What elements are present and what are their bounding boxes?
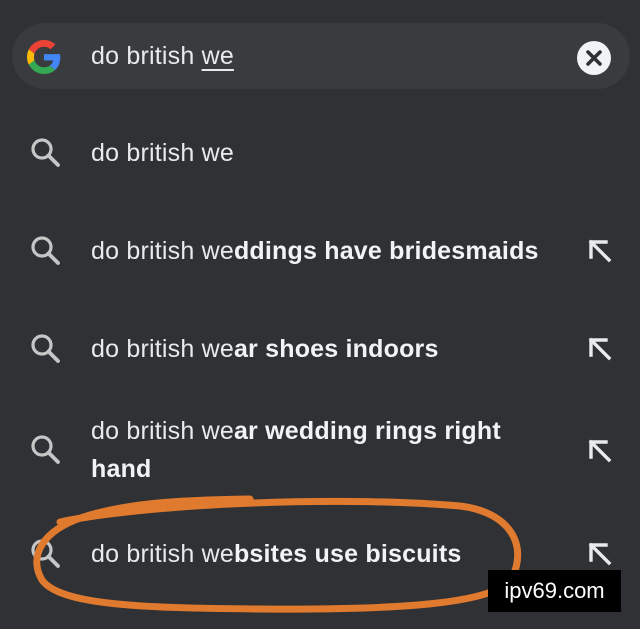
suggestion-item[interactable]: do british weddings have bridesmaids <box>0 231 640 271</box>
search-query-typed: we <box>201 42 234 70</box>
clear-search-button[interactable] <box>577 41 611 75</box>
suggestion-text: do british weddings have bridesmaids <box>91 237 539 265</box>
google-logo-icon <box>27 40 61 74</box>
suggestion-text: do british websites use biscuits <box>91 540 462 568</box>
fill-query-arrow-icon[interactable] <box>584 435 616 467</box>
search-icon <box>31 539 60 568</box>
suggestion-item[interactable]: do british websites use biscuits <box>0 534 640 574</box>
search-suggestions-screen: do british we do british we do british w… <box>0 0 640 629</box>
suggestion-text: do british wear shoes indoors <box>91 335 439 363</box>
search-icon <box>31 236 60 265</box>
search-icon <box>31 435 60 464</box>
suggestion-item[interactable]: do british wear wedding rings right hand <box>0 412 640 492</box>
fill-query-arrow-icon[interactable] <box>584 235 616 267</box>
watermark-label: ipv69.com <box>488 570 621 612</box>
suggestion-text: do british we <box>91 139 234 167</box>
suggestion-item[interactable]: do british we <box>0 133 640 173</box>
fill-query-arrow-icon[interactable] <box>584 333 616 365</box>
suggestion-item[interactable]: do british wear shoes indoors <box>0 329 640 369</box>
suggestion-text: do british wear wedding rings right hand <box>91 417 501 483</box>
search-icon <box>31 334 60 363</box>
search-query-prefix: do british <box>91 42 202 70</box>
search-icon <box>31 138 60 167</box>
fill-query-arrow-icon[interactable] <box>584 538 616 570</box>
close-icon <box>586 50 602 66</box>
search-input[interactable]: do british we <box>91 42 234 71</box>
